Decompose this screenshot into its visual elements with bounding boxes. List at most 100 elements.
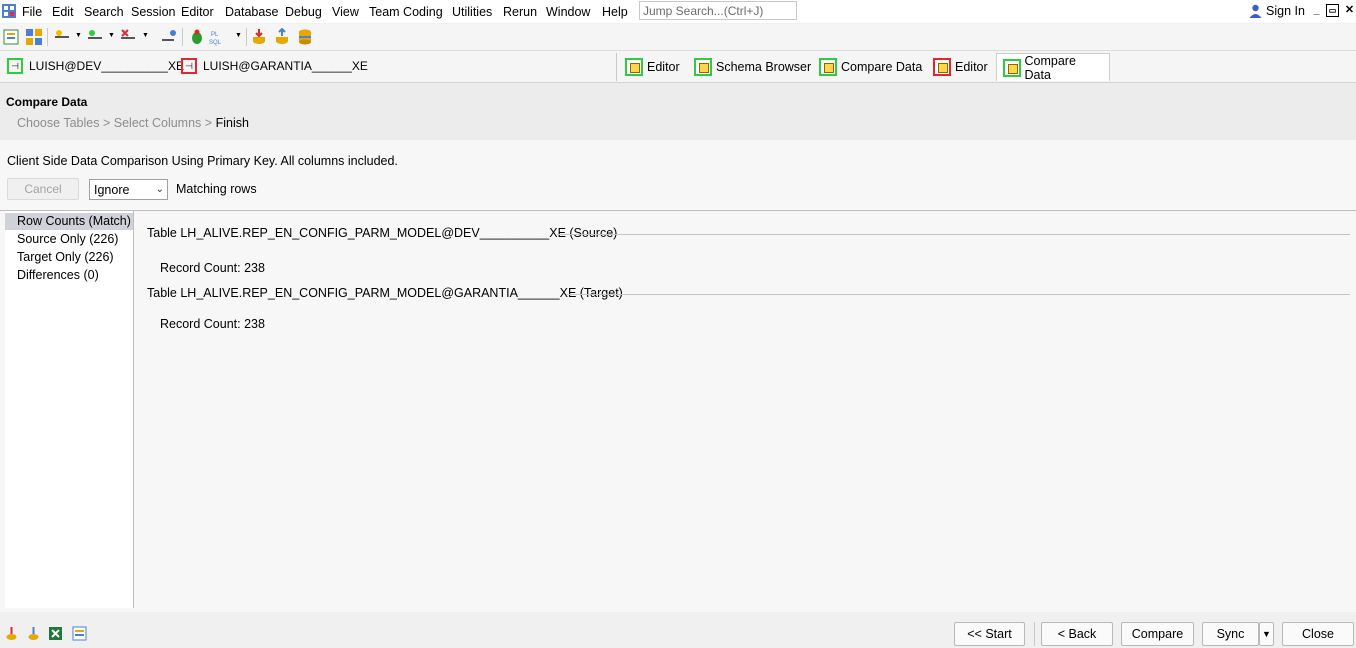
start-button[interactable]: << Start: [954, 622, 1025, 646]
new-connection-icon[interactable]: [53, 28, 71, 46]
svg-text:SQL: SQL: [209, 40, 222, 46]
chevron-down-icon: ⌄: [155, 184, 164, 195]
menu-view[interactable]: View: [332, 5, 359, 19]
list-item-differences[interactable]: Differences (0): [5, 267, 133, 284]
report-icon[interactable]: [72, 626, 87, 641]
menu-editor[interactable]: Editor: [181, 5, 214, 19]
connection-tab-dev[interactable]: ⊣ LUISH@DEV__________XE: [7, 55, 184, 77]
dropdown-arrow-icon[interactable]: ▼: [108, 32, 115, 39]
menu-session[interactable]: Session: [131, 5, 175, 19]
select-value: Ignore: [94, 183, 130, 197]
menu-window[interactable]: Window: [546, 5, 590, 19]
svg-text:PL: PL: [211, 32, 219, 38]
database-icon[interactable]: [296, 28, 314, 46]
plug-icon: ⊣: [7, 58, 23, 74]
connection-label: LUISH@GARANTIA______XE: [203, 59, 368, 73]
tab-compare-data-active[interactable]: Compare Data: [996, 53, 1110, 82]
breadcrumb-separator: >: [102, 116, 111, 130]
editor-icon: [625, 58, 643, 76]
menu-help[interactable]: Help: [602, 5, 628, 19]
comparison-description: Client Side Data Comparison Using Primar…: [7, 154, 398, 168]
section-rule: [566, 294, 1350, 295]
step-select-columns: Select Columns: [113, 116, 202, 130]
export-icon[interactable]: [26, 626, 41, 641]
menu-debug[interactable]: Debug: [285, 5, 322, 19]
list-item-source-only[interactable]: Source Only (226): [5, 231, 133, 248]
compare-data-icon: [1003, 58, 1021, 77]
menu-bar: File Edit Search Session Editor Database…: [0, 0, 1356, 23]
tab-label: Schema Browser: [716, 60, 812, 74]
target-table-header: Table LH_ALIVE.REP_EN_CONFIG_PARM_MODEL@…: [147, 286, 623, 300]
target-record-count: Record Count: 238: [160, 317, 265, 331]
sync-button[interactable]: Sync: [1202, 622, 1259, 646]
tab-editor-2[interactable]: Editor: [927, 53, 994, 81]
source-record-count: Record Count: 238: [160, 261, 265, 275]
menu-database[interactable]: Database: [225, 5, 279, 19]
tab-divider: [616, 53, 617, 81]
schema-browser-toolbar-icon[interactable]: [25, 28, 43, 46]
restore-icon[interactable]: ▭: [1326, 4, 1339, 17]
list-item-target-only[interactable]: Target Only (226): [5, 249, 133, 266]
session-icon[interactable]: [160, 28, 178, 46]
menu-rerun[interactable]: Rerun: [503, 5, 537, 19]
menu-file[interactable]: File: [22, 5, 42, 19]
tab-label: Compare Data: [1024, 53, 1076, 82]
minimize-icon[interactable]: _: [1310, 4, 1323, 17]
breadcrumb-separator: >: [204, 116, 213, 130]
toolbar-separator: [182, 28, 183, 46]
import-icon[interactable]: [250, 28, 268, 46]
section-rule: [557, 234, 1350, 235]
main-toolbar: ▼ ▼ ▼ PL SQL ▼: [0, 24, 1356, 51]
compare-data-icon: [819, 58, 837, 76]
menu-team-coding[interactable]: Team Coding: [369, 5, 443, 19]
button-separator: [1034, 622, 1035, 646]
excel-icon[interactable]: [48, 626, 63, 641]
schema-browser-icon: [694, 58, 712, 76]
sign-in-label: Sign In: [1266, 4, 1305, 18]
results-list: Row Counts (Match) Source Only (226) Tar…: [5, 211, 134, 608]
connection-and-document-tabs: ⊣ LUISH@DEV__________XE ⊣ LUISH@GARANTIA…: [0, 51, 1356, 83]
dropdown-arrow-icon[interactable]: ▼: [75, 32, 82, 39]
wizard-header: Compare Data Choose Tables > Select Colu…: [0, 83, 1356, 140]
tab-label: Editor: [647, 60, 680, 74]
connection-label: LUISH@DEV__________XE: [29, 59, 184, 73]
jump-search-input[interactable]: Jump Search...(Ctrl+J): [639, 1, 797, 20]
dropdown-arrow-icon[interactable]: ▼: [235, 32, 242, 39]
back-button[interactable]: < Back: [1041, 622, 1113, 646]
source-table-header: Table LH_ALIVE.REP_EN_CONFIG_PARM_MODEL@…: [147, 226, 618, 240]
tab-label: Compare Data: [841, 60, 923, 74]
sign-in-link[interactable]: Sign In: [1249, 3, 1305, 19]
export-icon[interactable]: [273, 28, 291, 46]
editor-toolbar-icon[interactable]: [2, 28, 20, 46]
menu-search[interactable]: Search: [84, 5, 124, 19]
wizard-title: Compare Data: [6, 95, 88, 109]
tab-editor[interactable]: Editor: [619, 53, 686, 81]
connection-tab-garantia[interactable]: ⊣ LUISH@GARANTIA______XE: [181, 55, 368, 77]
debugger-icon[interactable]: [188, 28, 206, 46]
row-counts-panel: [134, 211, 1356, 608]
dropdown-arrow-icon[interactable]: ▼: [142, 32, 149, 39]
menu-edit[interactable]: Edit: [52, 5, 74, 19]
step-choose-tables: Choose Tables: [17, 116, 100, 130]
matching-rows-select[interactable]: Ignore ⌄: [89, 179, 168, 200]
reconnect-icon[interactable]: [86, 28, 104, 46]
list-item-row-counts[interactable]: Row Counts (Match): [5, 213, 133, 230]
toolbar-separator: [246, 28, 247, 46]
close-window-icon[interactable]: ✕: [1343, 4, 1356, 17]
plsql-icon[interactable]: PL SQL: [208, 28, 230, 46]
disconnect-icon[interactable]: [119, 28, 137, 46]
tab-label: Editor: [955, 60, 988, 74]
menu-utilities[interactable]: Utilities: [452, 5, 492, 19]
app-logo-icon: [2, 4, 16, 18]
import-icon[interactable]: [4, 626, 19, 641]
compare-button[interactable]: Compare: [1121, 622, 1194, 646]
tab-schema-browser[interactable]: Schema Browser: [688, 53, 817, 81]
user-icon: [1249, 4, 1262, 18]
close-button[interactable]: Close: [1282, 622, 1354, 646]
tab-compare-data[interactable]: Compare Data: [813, 53, 928, 81]
wizard-breadcrumb: Choose Tables > Select Columns > Finish: [17, 116, 249, 130]
sync-dropdown-icon[interactable]: ▼: [1259, 622, 1274, 646]
toolbar-separator: [47, 28, 48, 46]
step-finish: Finish: [215, 116, 249, 130]
cancel-button[interactable]: Cancel: [7, 178, 79, 200]
